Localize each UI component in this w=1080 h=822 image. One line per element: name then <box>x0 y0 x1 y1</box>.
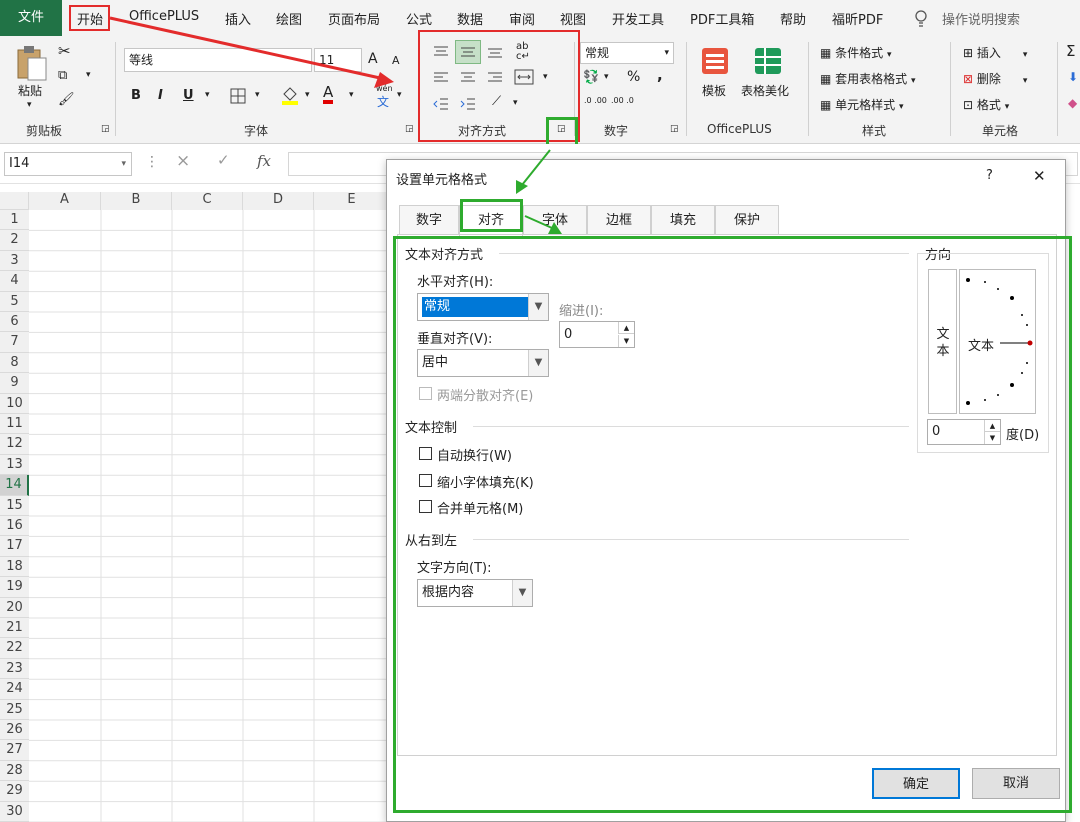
arrow-red <box>109 16 381 80</box>
arrow-green-2 <box>524 215 553 229</box>
annotation-arrows <box>109 16 562 234</box>
arrow-green-1-head <box>516 180 528 194</box>
arrow-green-1 <box>521 149 551 186</box>
arrow-red-head <box>374 72 394 88</box>
